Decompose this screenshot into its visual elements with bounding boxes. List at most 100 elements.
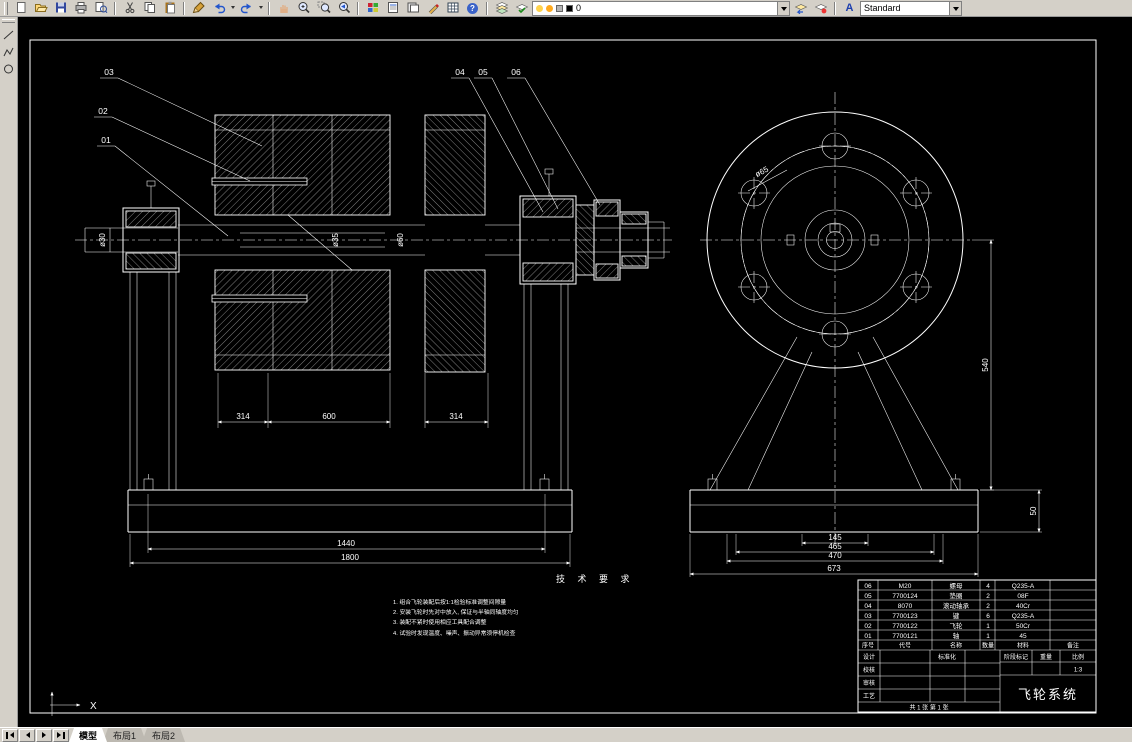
parts-row: 04 8070 滚动轴承 2 40Cr bbox=[864, 601, 1030, 610]
svg-text:2: 2 bbox=[986, 593, 990, 600]
line-icon bbox=[3, 30, 14, 40]
titleblock-std-label: 标准化 bbox=[938, 653, 956, 661]
svg-text:名称: 名称 bbox=[950, 642, 962, 650]
tab-nav-prev-button[interactable] bbox=[19, 728, 35, 742]
table-button[interactable] bbox=[443, 0, 462, 16]
tab-layout1[interactable]: 布局1 bbox=[103, 728, 146, 742]
zoom-previous-button[interactable] bbox=[334, 0, 353, 16]
svg-text:代号: 代号 bbox=[899, 642, 911, 650]
nav-next-icon bbox=[41, 732, 49, 738]
magnifier-icon bbox=[297, 1, 311, 16]
svg-text:40Cr: 40Cr bbox=[1016, 603, 1031, 610]
layer-color-swatch bbox=[566, 4, 573, 12]
dim-dia65: ø65 bbox=[754, 164, 771, 179]
drawing-title: 飞轮系统 bbox=[1018, 687, 1078, 702]
svg-text:垫圈: 垫圈 bbox=[950, 591, 963, 600]
layers-stack-icon bbox=[495, 1, 509, 16]
open-file-button[interactable] bbox=[31, 0, 50, 16]
redo-dropdown-caret[interactable] bbox=[257, 1, 264, 16]
titleblock-weight-label: 重量 bbox=[1040, 653, 1052, 661]
draw-circle-button[interactable] bbox=[1, 62, 16, 76]
new-file-button[interactable] bbox=[11, 0, 30, 16]
designcenter-button[interactable] bbox=[363, 0, 382, 16]
paintbrush-icon bbox=[192, 1, 206, 16]
save-button[interactable] bbox=[51, 0, 70, 16]
make-object-layer-current-button[interactable] bbox=[811, 0, 830, 16]
text-style-button[interactable]: A bbox=[840, 0, 859, 16]
tech-requirements-title: 技 术 要 求 bbox=[556, 573, 635, 584]
svg-text:材料: 材料 bbox=[1017, 642, 1029, 650]
dim-1800: 1800 bbox=[341, 553, 359, 562]
properties-palette-button[interactable] bbox=[383, 0, 402, 16]
svg-text:飞轮: 飞轮 bbox=[950, 621, 964, 630]
dim-314-gear: 314 bbox=[449, 412, 463, 421]
zoom-window-button[interactable] bbox=[314, 0, 333, 16]
redo-button[interactable] bbox=[237, 0, 256, 16]
autocad-window: ? 0 A Standard 01 02 03 04 05 06 314 600… bbox=[0, 0, 1132, 742]
tab-nav-last-button[interactable] bbox=[53, 728, 69, 742]
layer-previous-button[interactable] bbox=[791, 0, 810, 16]
zoom-realtime-button[interactable] bbox=[294, 0, 313, 16]
front-view: ø65 bbox=[689, 92, 979, 545]
svg-text:8070: 8070 bbox=[898, 603, 913, 610]
tab-nav-first-button[interactable] bbox=[2, 728, 18, 742]
red-pencil-icon bbox=[426, 1, 440, 16]
svg-text:数量: 数量 bbox=[982, 642, 994, 650]
redo-arrow-icon bbox=[240, 1, 254, 16]
nav-prev-icon bbox=[23, 732, 30, 738]
tab-layout2[interactable]: 布局2 bbox=[142, 728, 185, 742]
svg-text:02: 02 bbox=[864, 623, 872, 630]
workspace: 01 02 03 04 05 06 314 600 314 1440 1800 … bbox=[0, 17, 1132, 727]
side-toolbar-grip[interactable] bbox=[2, 19, 15, 23]
layer-combo-caret[interactable] bbox=[777, 1, 789, 15]
ucs-icon: X bbox=[50, 691, 97, 716]
draw-polyline-button[interactable] bbox=[1, 45, 16, 59]
markup-button[interactable] bbox=[423, 0, 442, 16]
layers-dialog-button[interactable] bbox=[492, 0, 511, 16]
text-style-combo[interactable]: Standard bbox=[860, 0, 962, 16]
tab-nav-next-button[interactable] bbox=[36, 728, 52, 742]
drawing-canvas[interactable]: 01 02 03 04 05 06 314 600 314 1440 1800 … bbox=[18, 17, 1132, 727]
parts-row: 05 7700124 垫圈 2 08F bbox=[864, 591, 1028, 600]
text-style-combo-value: Standard bbox=[864, 3, 901, 13]
help-button[interactable]: ? bbox=[463, 0, 482, 16]
svg-text:7700124: 7700124 bbox=[892, 593, 918, 600]
titleblock-stage-label: 阶段标记 bbox=[1004, 653, 1028, 661]
sheetset-manager-button[interactable] bbox=[403, 0, 422, 16]
tab-model[interactable]: 模型 bbox=[69, 728, 107, 742]
layer-combo[interactable]: 0 bbox=[532, 0, 790, 16]
svg-text:螺母: 螺母 bbox=[950, 581, 964, 590]
undo-button[interactable] bbox=[209, 0, 228, 16]
titleblock-process-label: 工艺 bbox=[863, 692, 875, 700]
plot-preview-button[interactable] bbox=[91, 0, 110, 16]
svg-text:轴: 轴 bbox=[953, 631, 960, 640]
layout-tab-bar: 模型 布局1 布局2 bbox=[0, 727, 1132, 742]
undo-arrow-icon bbox=[212, 1, 226, 16]
undo-dropdown-caret[interactable] bbox=[229, 1, 236, 16]
layer-states-button[interactable] bbox=[512, 0, 531, 16]
layer-previous-icon bbox=[794, 1, 808, 16]
title-block: 06 M20 螺母 4 Q235-A 05 7700124 垫圈 2 08F 0… bbox=[857, 579, 1097, 713]
svg-text:45: 45 bbox=[1019, 633, 1027, 640]
svg-text:7700121: 7700121 bbox=[892, 633, 918, 640]
text-style-icon: A bbox=[845, 2, 854, 14]
technical-requirements: 技 术 要 求 1. 组合飞轮装配后按1:1检验标准调整间隙量 2. 安装飞轮时… bbox=[393, 573, 635, 637]
svg-text:序号: 序号 bbox=[862, 642, 874, 650]
open-folder-icon bbox=[34, 1, 48, 16]
pan-button[interactable] bbox=[274, 0, 293, 16]
new-file-icon bbox=[14, 1, 28, 16]
match-properties-button[interactable] bbox=[189, 0, 208, 16]
plot-button[interactable] bbox=[71, 0, 90, 16]
svg-text:键: 键 bbox=[953, 611, 960, 620]
clipboard-icon bbox=[163, 1, 177, 16]
draw-line-button[interactable] bbox=[1, 28, 16, 42]
magnifier-previous-icon bbox=[337, 1, 351, 16]
titleblock-scale-value: 1:3 bbox=[1074, 668, 1083, 674]
copy-button[interactable] bbox=[140, 0, 159, 16]
toolbar-grip[interactable] bbox=[4, 1, 8, 15]
paste-button[interactable] bbox=[160, 0, 179, 16]
parts-row: 02 7700122 飞轮 1 50Cr bbox=[864, 621, 1030, 630]
layer-on-bulb-icon bbox=[536, 4, 543, 12]
text-style-combo-caret[interactable] bbox=[949, 1, 961, 15]
cut-button[interactable] bbox=[120, 0, 139, 16]
